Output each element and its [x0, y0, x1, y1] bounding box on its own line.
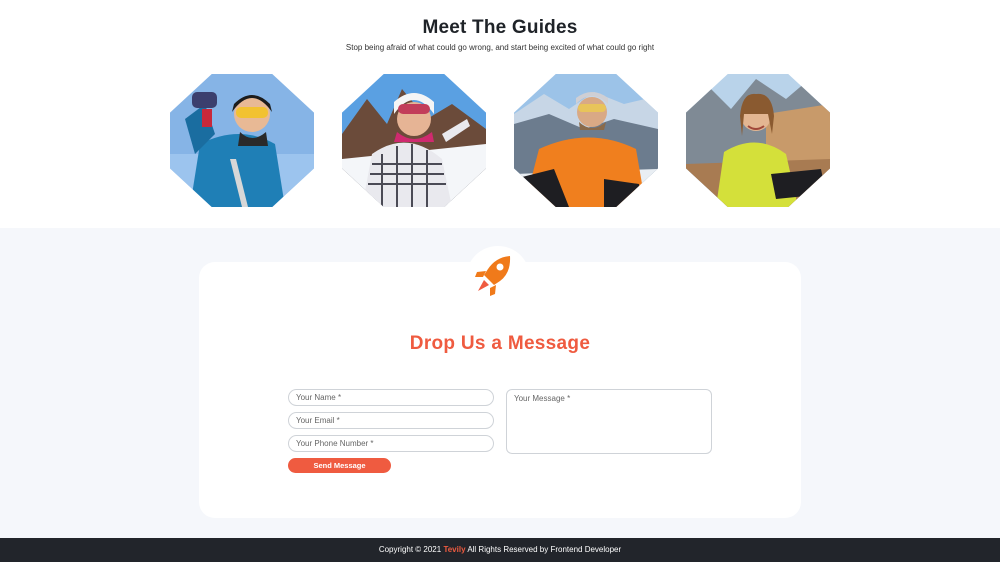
guide-photo-2[interactable]: [342, 74, 486, 207]
guide-photo-4[interactable]: [686, 74, 830, 207]
guide-photo-1[interactable]: [170, 74, 314, 207]
name-field[interactable]: [288, 389, 494, 406]
guides-section: Meet The Guides Stop being afraid of wha…: [0, 0, 1000, 228]
guides-title: Meet The Guides: [422, 17, 578, 38]
contact-title: Drop Us a Message: [409, 333, 591, 354]
phone-field[interactable]: [288, 435, 494, 452]
footer-copyright: Copyright © 2021: [378, 545, 442, 554]
email-field[interactable]: [288, 412, 494, 429]
guide-photo-3[interactable]: [514, 74, 658, 207]
send-message-button[interactable]: Send Message: [288, 458, 391, 473]
footer: Copyright © 2021 Tevily All Rights Reser…: [0, 538, 1000, 562]
footer-brand-link[interactable]: Tevily: [443, 545, 465, 554]
guides-subtitle: Stop being afraid of what could go wrong…: [345, 43, 655, 52]
footer-rights: All Rights Reserved by Frontend Develope…: [467, 545, 622, 554]
rocket-icon: [475, 256, 511, 296]
message-field[interactable]: [506, 389, 712, 454]
